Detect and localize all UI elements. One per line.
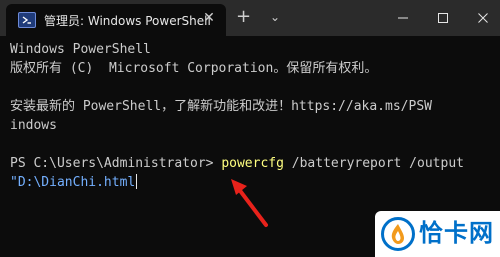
watermark-logo-icon (381, 217, 415, 251)
watermark-text: 恰卡网 (419, 219, 494, 247)
watermark: 恰卡网 (375, 211, 500, 257)
